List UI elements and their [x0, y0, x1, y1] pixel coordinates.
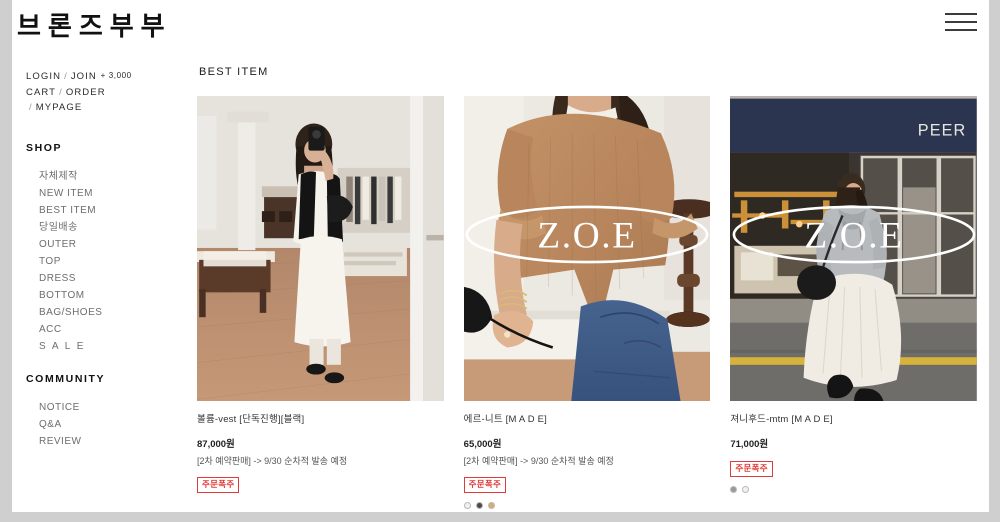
- nav-group-shop: SHOP 자체제작 NEW ITEM BEST ITEM 당일배송 OUTER …: [26, 142, 187, 355]
- product-image-1[interactable]: [197, 96, 444, 401]
- product-image-2[interactable]: Z.O.E: [463, 96, 711, 401]
- color-dot-camel[interactable]: [487, 502, 495, 509]
- nav-group-title-shop: SHOP: [26, 141, 63, 154]
- join-link[interactable]: JOIN: [71, 71, 97, 82]
- color-dot-white[interactable]: [742, 486, 750, 493]
- sidebar-item-same-day-delivery[interactable]: 당일배송: [26, 219, 187, 236]
- main-content: BEST ITEM 볼륨-vest [단독진행][블랙] 87,000원 [2차…: [187, 52, 989, 512]
- product-name-2: 에르-니트 [M A D E]: [463, 414, 548, 425]
- account-row-1: LOGIN / JOIN + 3,000: [26, 68, 187, 85]
- account-separator-2: /: [59, 86, 63, 98]
- color-options-3: [730, 486, 977, 493]
- account-links: LOGIN / JOIN + 3,000 CART / ORDER / MYPAGE: [26, 68, 187, 116]
- color-options-2: [463, 502, 711, 509]
- product-card-2[interactable]: Z.O.E 에르-니트 [M A D E] 65,000원 [2차 예약판매] …: [463, 96, 711, 509]
- sidebar: LOGIN / JOIN + 3,000 CART / ORDER / MYPAGE SH…: [12, 52, 187, 512]
- product-price-1: 87,000원: [197, 439, 235, 450]
- product-name-3: 져니후드-mtm [M A D E]: [730, 414, 833, 425]
- product-photo-mirror-selfie: [197, 96, 444, 401]
- order-link[interactable]: ORDER: [66, 87, 106, 98]
- sidebar-item-notice[interactable]: NOTICE: [26, 399, 187, 416]
- color-dot-ivory[interactable]: [463, 502, 471, 509]
- account-separator-3: /: [29, 102, 33, 113]
- product-note-2: [2차 예약판매] -> 9/30 순차적 발송 예정: [463, 456, 614, 466]
- sidebar-item-top[interactable]: TOP: [26, 253, 187, 270]
- product-card-1[interactable]: 볼륨-vest [단독진행][블랙] 87,000원 [2차 예약판매] -> …: [197, 96, 444, 509]
- product-note-1: [2차 예약판매] -> 9/30 순차적 발송 예정: [197, 456, 348, 466]
- page-frame: 브론즈부부 LOGIN / JOIN + 3,000 CART / ORDER / MYP…: [12, 0, 989, 512]
- sidebar-item-bottom[interactable]: BOTTOM: [26, 287, 187, 304]
- sidebar-item-sale[interactable]: S A L E: [26, 338, 187, 355]
- sidebar-item-best-item[interactable]: BEST ITEM: [26, 202, 187, 219]
- hamburger-line-1: [945, 13, 977, 15]
- login-link[interactable]: LOGIN: [26, 71, 61, 82]
- join-bonus-label: + 3,000: [100, 71, 132, 80]
- sidebar-item-acc[interactable]: ACC: [26, 321, 187, 338]
- page-layout: LOGIN / JOIN + 3,000 CART / ORDER / MYPAGE SH…: [12, 52, 989, 512]
- color-dot-grey[interactable]: [730, 486, 738, 493]
- status-badge-1: 주문폭주: [197, 477, 240, 493]
- product-name-1: 볼륨-vest [단독진행][블랙]: [197, 414, 305, 425]
- product-card-3[interactable]: PEER Z.O.E 져니후드-mtm [M A D E] 71,000원 주문…: [730, 96, 977, 509]
- sidebar-item-qna[interactable]: Q&A: [26, 416, 187, 433]
- sidebar-item-bag-shoes[interactable]: BAG/SHOES: [26, 304, 187, 321]
- status-badge-2: 주문폭주: [463, 477, 507, 493]
- account-row-3: / MYPAGE: [26, 100, 187, 116]
- color-dot-charcoal[interactable]: [475, 502, 483, 509]
- sidebar-item-review[interactable]: REVIEW: [26, 433, 187, 450]
- product-photo-street-hoodie: PEER: [730, 96, 977, 401]
- brand-logo[interactable]: 브론즈부부: [17, 6, 172, 43]
- store-sign-text: PEER: [918, 121, 967, 139]
- sidebar-item-outer[interactable]: OUTER: [26, 236, 187, 253]
- hamburger-icon[interactable]: [945, 11, 977, 33]
- sidebar-item-dress[interactable]: DRESS: [26, 270, 187, 287]
- cart-link[interactable]: CART: [26, 87, 56, 98]
- nav-group-community: COMMUNITY NOTICE Q&A REVIEW: [26, 373, 187, 450]
- account-row-2: CART / ORDER: [26, 85, 187, 101]
- nav-group-title-community: COMMUNITY: [26, 372, 106, 385]
- hamburger-line-2: [945, 21, 977, 23]
- sidebar-item-self-made[interactable]: 자체제작: [26, 168, 187, 185]
- status-badge-3: 주문폭주: [730, 461, 773, 477]
- mypage-link[interactable]: MYPAGE: [36, 102, 83, 113]
- hamburger-line-3: [945, 29, 977, 31]
- nav-list-community: NOTICE Q&A REVIEW: [26, 399, 187, 450]
- product-photo-camel-knit: [463, 96, 711, 401]
- product-price-3: 71,000원: [730, 439, 769, 450]
- site-header: 브론즈부부: [12, 0, 989, 52]
- page-title: BEST ITEM: [199, 66, 269, 78]
- account-separator: /: [64, 71, 68, 82]
- nav-list-shop: 자체제작 NEW ITEM BEST ITEM 당일배송 OUTER TOP D…: [26, 168, 187, 355]
- product-grid: 볼륨-vest [단독진행][블랙] 87,000원 [2차 예약판매] -> …: [197, 96, 977, 509]
- sidebar-item-new-item[interactable]: NEW ITEM: [26, 185, 187, 202]
- product-image-3[interactable]: PEER Z.O.E: [730, 96, 977, 401]
- product-price-2: 65,000원: [463, 439, 502, 450]
